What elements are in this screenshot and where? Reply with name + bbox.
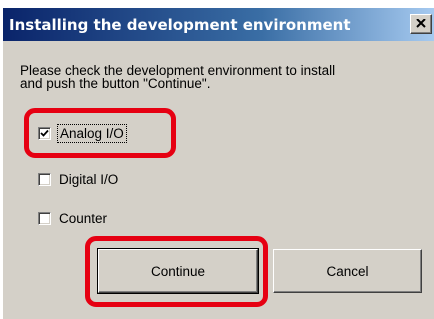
- close-button[interactable]: [410, 14, 432, 34]
- instructions-text: Please check the development environment…: [20, 64, 400, 91]
- close-icon: [416, 19, 426, 28]
- cancel-button[interactable]: Cancel: [273, 249, 422, 293]
- option-counter[interactable]: Counter: [38, 209, 107, 227]
- digital-io-label: Digital I/O: [59, 171, 119, 187]
- counter-label: Counter: [59, 210, 108, 226]
- checkmark-icon: [40, 129, 49, 137]
- option-digital-io[interactable]: Digital I/O: [38, 170, 118, 188]
- title-bar: Installing the development environment: [3, 8, 434, 41]
- analog-io-checkbox[interactable]: [38, 126, 51, 140]
- counter-checkbox[interactable]: [38, 211, 51, 225]
- analog-io-label: Analog I/O: [57, 123, 127, 143]
- continue-button[interactable]: Continue: [97, 248, 259, 294]
- window-title: Installing the development environment: [9, 16, 351, 34]
- instructions-line-2: and push the button "Continue".: [20, 76, 211, 91]
- digital-io-checkbox[interactable]: [38, 172, 51, 186]
- option-analog-io[interactable]: Analog I/O: [38, 123, 127, 143]
